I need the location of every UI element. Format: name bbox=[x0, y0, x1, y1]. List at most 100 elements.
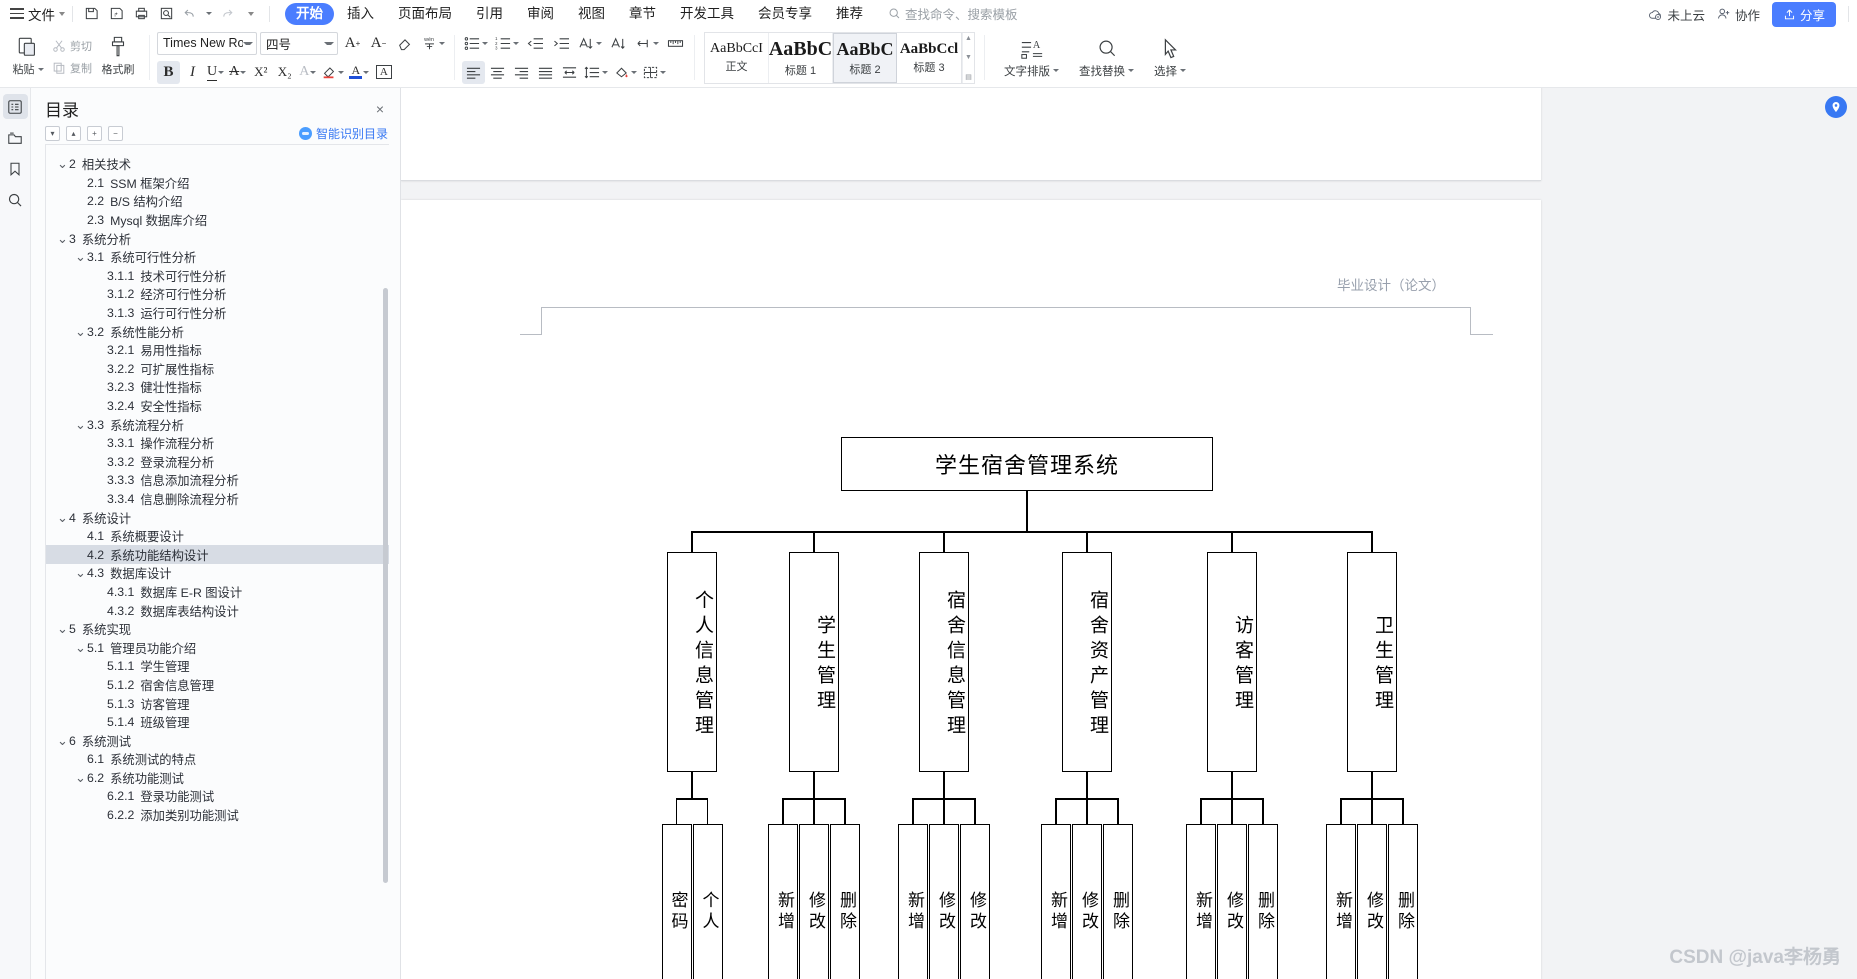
font-color-button[interactable]: A bbox=[347, 61, 371, 84]
ribbon-tab-6[interactable]: 章节 bbox=[618, 3, 667, 25]
document-page-current[interactable]: 毕业设计（论文） 学生宿舍管理系统 个人信息管理 密码 个人 学生管理 新增 修改 删除 宿舍信… bbox=[401, 200, 1541, 979]
distribute-button[interactable] bbox=[558, 61, 581, 84]
font-size-select[interactable]: 四号 bbox=[260, 31, 338, 55]
chevron-down-icon[interactable]: ⌄ bbox=[56, 734, 69, 747]
paste-button[interactable]: 粘贴 bbox=[8, 31, 48, 77]
toc-item-22[interactable]: 4.2 系统功能结构设计 bbox=[46, 545, 389, 565]
expand-all-icon[interactable]: + bbox=[87, 126, 102, 141]
undo-dropdown-icon[interactable] bbox=[206, 12, 212, 15]
chevron-down-icon[interactable] bbox=[37, 67, 44, 71]
text-effect-button[interactable]: A bbox=[297, 61, 318, 84]
toc-item-10[interactable]: ⌄ 3.2 系统性能分析 bbox=[46, 322, 389, 341]
justify-button[interactable] bbox=[534, 61, 557, 84]
customize-quick-access-icon[interactable] bbox=[240, 3, 262, 25]
collapse-all-icon[interactable]: − bbox=[108, 126, 123, 141]
toc-item-6[interactable]: ⌄ 3.1 系统可行性分析 bbox=[46, 248, 389, 267]
collapse-up-icon[interactable]: ▴ bbox=[66, 126, 81, 141]
toc-item-21[interactable]: 4.1 系统概要设计 bbox=[46, 527, 389, 546]
pinyin-guide-button[interactable]: wén bbox=[419, 32, 447, 55]
toc-item-14[interactable]: 3.2.4 安全性指标 bbox=[46, 397, 389, 416]
toc-item-30[interactable]: 5.1.3 访客管理 bbox=[46, 694, 389, 713]
toc-item-36[interactable]: 6.2.2 添加类别功能测试 bbox=[46, 806, 389, 825]
toc-item-8[interactable]: 3.1.2 经济可行性分析 bbox=[46, 285, 389, 304]
smart-toc-button[interactable]: 智能识别目录 bbox=[298, 125, 388, 142]
subscript-button[interactable]: X₂ bbox=[273, 61, 296, 84]
ribbon-tab-1[interactable]: 插入 bbox=[336, 3, 385, 25]
shrink-font-button[interactable]: A − bbox=[367, 32, 390, 55]
search-panel-icon[interactable] bbox=[3, 187, 28, 212]
ribbon-tab-7[interactable]: 开发工具 bbox=[669, 3, 745, 25]
borders-button[interactable] bbox=[640, 61, 668, 84]
sort-az-button[interactable] bbox=[607, 32, 630, 55]
find-replace-button[interactable]: 查找替换 bbox=[1069, 37, 1144, 79]
collaborate-button[interactable]: 协作 bbox=[1717, 5, 1760, 24]
toc-item-25[interactable]: 4.3.2 数据库表结构设计 bbox=[46, 601, 389, 620]
chevron-down-icon[interactable]: ⌄ bbox=[74, 641, 87, 654]
increase-indent-button[interactable] bbox=[550, 32, 573, 55]
location-badge-icon[interactable] bbox=[1825, 96, 1847, 118]
toc-item-11[interactable]: 3.2.1 易用性指标 bbox=[46, 341, 389, 360]
select-button[interactable]: 选择 bbox=[1144, 37, 1196, 79]
chevron-down-icon[interactable]: ⌄ bbox=[74, 566, 87, 579]
toc-item-34[interactable]: ⌄ 6.2 系统功能测试 bbox=[46, 769, 389, 788]
toc-item-26[interactable]: ⌄ 5 系统实现 bbox=[46, 620, 389, 639]
ribbon-tab-2[interactable]: 页面布局 bbox=[387, 3, 463, 25]
outline-panel-icon[interactable] bbox=[2, 94, 28, 119]
ribbon-tab-0[interactable]: 开始 bbox=[285, 2, 334, 25]
search-input[interactable]: 查找命令、搜索模板 bbox=[888, 4, 1018, 23]
save-as-icon[interactable]: ↱ bbox=[105, 3, 127, 25]
toc-item-3[interactable]: 2.2 B/S 结构介绍 bbox=[46, 192, 389, 211]
toc-item-17[interactable]: 3.3.2 登录流程分析 bbox=[46, 453, 389, 472]
decrease-indent-button[interactable] bbox=[524, 32, 547, 55]
print-preview-icon[interactable] bbox=[155, 3, 177, 25]
sort-button[interactable] bbox=[576, 32, 604, 55]
redo-icon[interactable] bbox=[215, 3, 237, 25]
clear-format-button[interactable] bbox=[393, 32, 416, 55]
align-center-button[interactable] bbox=[486, 61, 509, 84]
toc-item-4[interactable]: 2.3 Mysql 数据库介绍 bbox=[46, 211, 389, 230]
chevron-down-icon[interactable]: ⌄ bbox=[74, 418, 87, 431]
ribbon-tab-5[interactable]: 视图 bbox=[567, 3, 616, 25]
align-right-button[interactable] bbox=[510, 61, 533, 84]
toc-item-19[interactable]: 3.3.4 信息删除流程分析 bbox=[46, 490, 389, 509]
text-layout-button[interactable]: A 文字排版 bbox=[994, 37, 1069, 79]
font-family-select[interactable]: Times New Roma bbox=[157, 31, 257, 55]
italic-button[interactable]: I bbox=[181, 61, 204, 84]
ribbon-tab-8[interactable]: 会员专享 bbox=[747, 3, 823, 25]
style-preset-1[interactable]: AaBbC 标题 1 bbox=[769, 32, 833, 83]
document-canvas[interactable]: 毕业设计（论文） 学生宿舍管理系统 个人信息管理 密码 个人 学生管理 新增 修改 删除 宿舍信… bbox=[401, 88, 1857, 979]
bookmark-icon[interactable] bbox=[3, 156, 28, 181]
close-icon[interactable]: × bbox=[372, 100, 388, 118]
styles-scroll-up-icon[interactable]: ▲ bbox=[965, 35, 972, 42]
ribbon-tab-9[interactable]: 推荐 bbox=[825, 3, 874, 25]
underline-button[interactable]: U bbox=[205, 61, 226, 84]
strikethrough-button[interactable]: A bbox=[227, 61, 248, 84]
toc-item-20[interactable]: ⌄ 4 系统设计 bbox=[46, 508, 389, 527]
copy-button[interactable]: 复制 bbox=[48, 57, 96, 79]
style-preset-2[interactable]: AaBbC 标题 2 bbox=[833, 32, 897, 83]
toc-item-35[interactable]: 6.2.1 登录功能测试 bbox=[46, 787, 389, 806]
ruler-button[interactable] bbox=[664, 32, 687, 55]
toc-item-12[interactable]: 3.2.2 可扩展性指标 bbox=[46, 360, 389, 379]
toc-item-9[interactable]: 3.1.3 运行可行性分析 bbox=[46, 304, 389, 323]
toc-item-23[interactable]: ⌄ 4.3 数据库设计 bbox=[46, 564, 389, 583]
chevron-down-icon[interactable]: ⌄ bbox=[56, 622, 69, 635]
undo-icon[interactable] bbox=[180, 3, 202, 25]
collapse-down-icon[interactable]: ▾ bbox=[45, 126, 60, 141]
chevron-down-icon[interactable]: ⌄ bbox=[74, 325, 87, 338]
toc-item-32[interactable]: ⌄ 6 系统测试 bbox=[46, 731, 389, 750]
superscript-button[interactable]: X² bbox=[249, 61, 272, 84]
styles-expand-icon[interactable]: ▤ bbox=[965, 74, 972, 81]
toc-item-24[interactable]: 4.3.1 数据库 E-R 图设计 bbox=[46, 583, 389, 602]
toc-item-28[interactable]: 5.1.1 学生管理 bbox=[46, 657, 389, 676]
toc-item-33[interactable]: 6.1 系统测试的特点 bbox=[46, 750, 389, 769]
chevron-down-icon[interactable]: ⌄ bbox=[74, 771, 87, 784]
toc-item-15[interactable]: ⌄ 3.3 系统流程分析 bbox=[46, 415, 389, 434]
align-left-button[interactable] bbox=[462, 60, 485, 84]
shading-button[interactable] bbox=[611, 61, 639, 84]
style-preset-3[interactable]: AaBbCcl 标题 3 bbox=[897, 33, 961, 83]
toc-item-18[interactable]: 3.3.3 信息添加流程分析 bbox=[46, 471, 389, 490]
line-spacing-button[interactable] bbox=[582, 61, 610, 84]
bullet-list-button[interactable] bbox=[462, 32, 490, 55]
share-button[interactable]: 分享 bbox=[1771, 1, 1836, 27]
